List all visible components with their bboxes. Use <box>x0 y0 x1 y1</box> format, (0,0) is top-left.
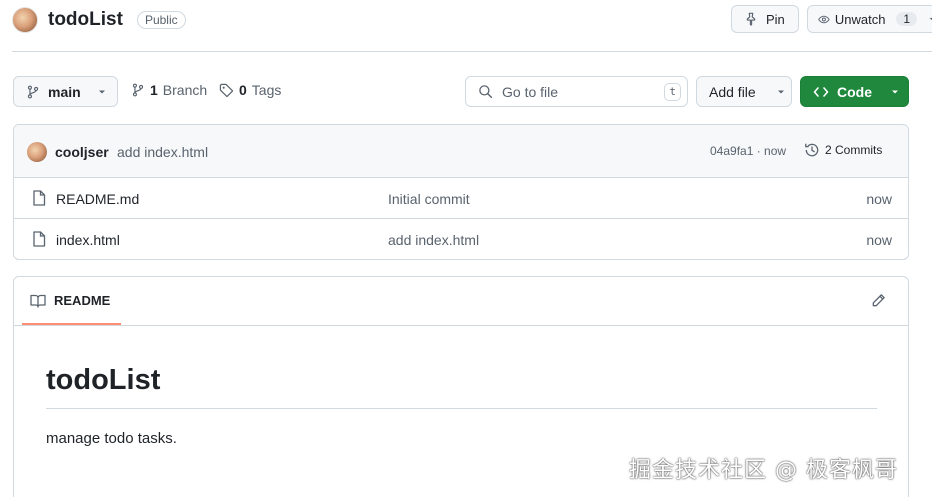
tab-readme[interactable]: README <box>30 293 110 308</box>
watch-count: 1 <box>896 12 918 26</box>
eye-icon <box>818 15 830 23</box>
branches-link[interactable]: 1 Branch <box>131 82 207 98</box>
pencil-icon[interactable] <box>871 293 886 308</box>
watermark: 掘金技术社区 @ 极客枫哥 <box>629 458 898 483</box>
commits-link[interactable]: 2 Commits <box>804 142 882 158</box>
latest-commit-bar: cooljser add index.html 04a9fa1 · now 2 … <box>14 125 908 178</box>
tag-icon <box>219 83 234 97</box>
branch-icon <box>27 85 39 98</box>
add-file-label: Add file <box>709 83 756 100</box>
readme-title: todoList <box>46 364 161 396</box>
tag-word: Tags <box>251 82 282 98</box>
shortcut-hint: t <box>664 83 681 101</box>
commit-author-avatar[interactable] <box>27 142 47 162</box>
file-name[interactable]: README.md <box>56 191 139 207</box>
caret-down-icon <box>892 90 898 93</box>
tags-link[interactable]: 0 Tags <box>219 82 281 98</box>
readme-body: manage todo tasks. <box>46 430 177 447</box>
branch-name: main <box>48 83 81 100</box>
pin-icon <box>746 12 756 26</box>
repo-header: todoList Public <box>12 6 186 34</box>
watch-button[interactable]: Unwatch 1 <box>807 5 932 33</box>
book-icon <box>30 294 46 308</box>
owner-avatar[interactable] <box>12 7 38 33</box>
branch-selector[interactable]: main <box>13 76 118 107</box>
branch-icon <box>132 83 144 97</box>
file-time: now <box>866 232 892 248</box>
pin-label: Pin <box>766 11 785 27</box>
branch-count: 1 <box>150 82 158 98</box>
go-to-file-placeholder: Go to file <box>502 83 559 100</box>
history-icon <box>805 143 819 157</box>
add-file-button[interactable]: Add file <box>696 76 792 107</box>
go-to-file-input[interactable]: Go to file t <box>465 76 688 107</box>
commit-author[interactable]: cooljser <box>55 144 109 160</box>
file-browser: cooljser add index.html 04a9fa1 · now 2 … <box>13 124 909 260</box>
code-button[interactable]: Code <box>800 76 909 107</box>
file-name[interactable]: index.html <box>56 232 120 248</box>
readme-title-rule <box>46 408 877 409</box>
file-commit-message[interactable]: Initial commit <box>388 191 470 207</box>
search-icon <box>479 85 493 99</box>
header-divider <box>12 51 932 52</box>
code-icon <box>813 86 829 97</box>
repo-name[interactable]: todoList <box>48 9 123 31</box>
readme-tab-label: README <box>54 293 111 308</box>
readme-header: README <box>14 277 908 326</box>
file-row[interactable]: README.md Initial commit now <box>14 178 908 219</box>
caret-down-icon <box>777 90 784 93</box>
commit-message[interactable]: add index.html <box>117 144 208 160</box>
active-tab-underline <box>22 323 121 325</box>
branch-word: Branch <box>162 82 208 98</box>
file-icon <box>33 231 46 247</box>
caret-down-icon <box>98 90 105 93</box>
tag-count: 0 <box>239 82 247 98</box>
code-label: Code <box>837 83 872 100</box>
file-time: now <box>866 191 892 207</box>
visibility-badge: Public <box>136 11 186 29</box>
file-row[interactable]: index.html add index.html now <box>14 219 908 259</box>
file-icon <box>33 190 46 206</box>
pin-button[interactable]: Pin <box>731 5 799 33</box>
commits-label: 2 Commits <box>825 143 883 157</box>
file-commit-message[interactable]: add index.html <box>388 232 479 248</box>
watch-label: Unwatch <box>834 11 886 27</box>
caret-down-icon <box>929 17 932 21</box>
commit-sha-time[interactable]: 04a9fa1 · now <box>710 144 786 158</box>
